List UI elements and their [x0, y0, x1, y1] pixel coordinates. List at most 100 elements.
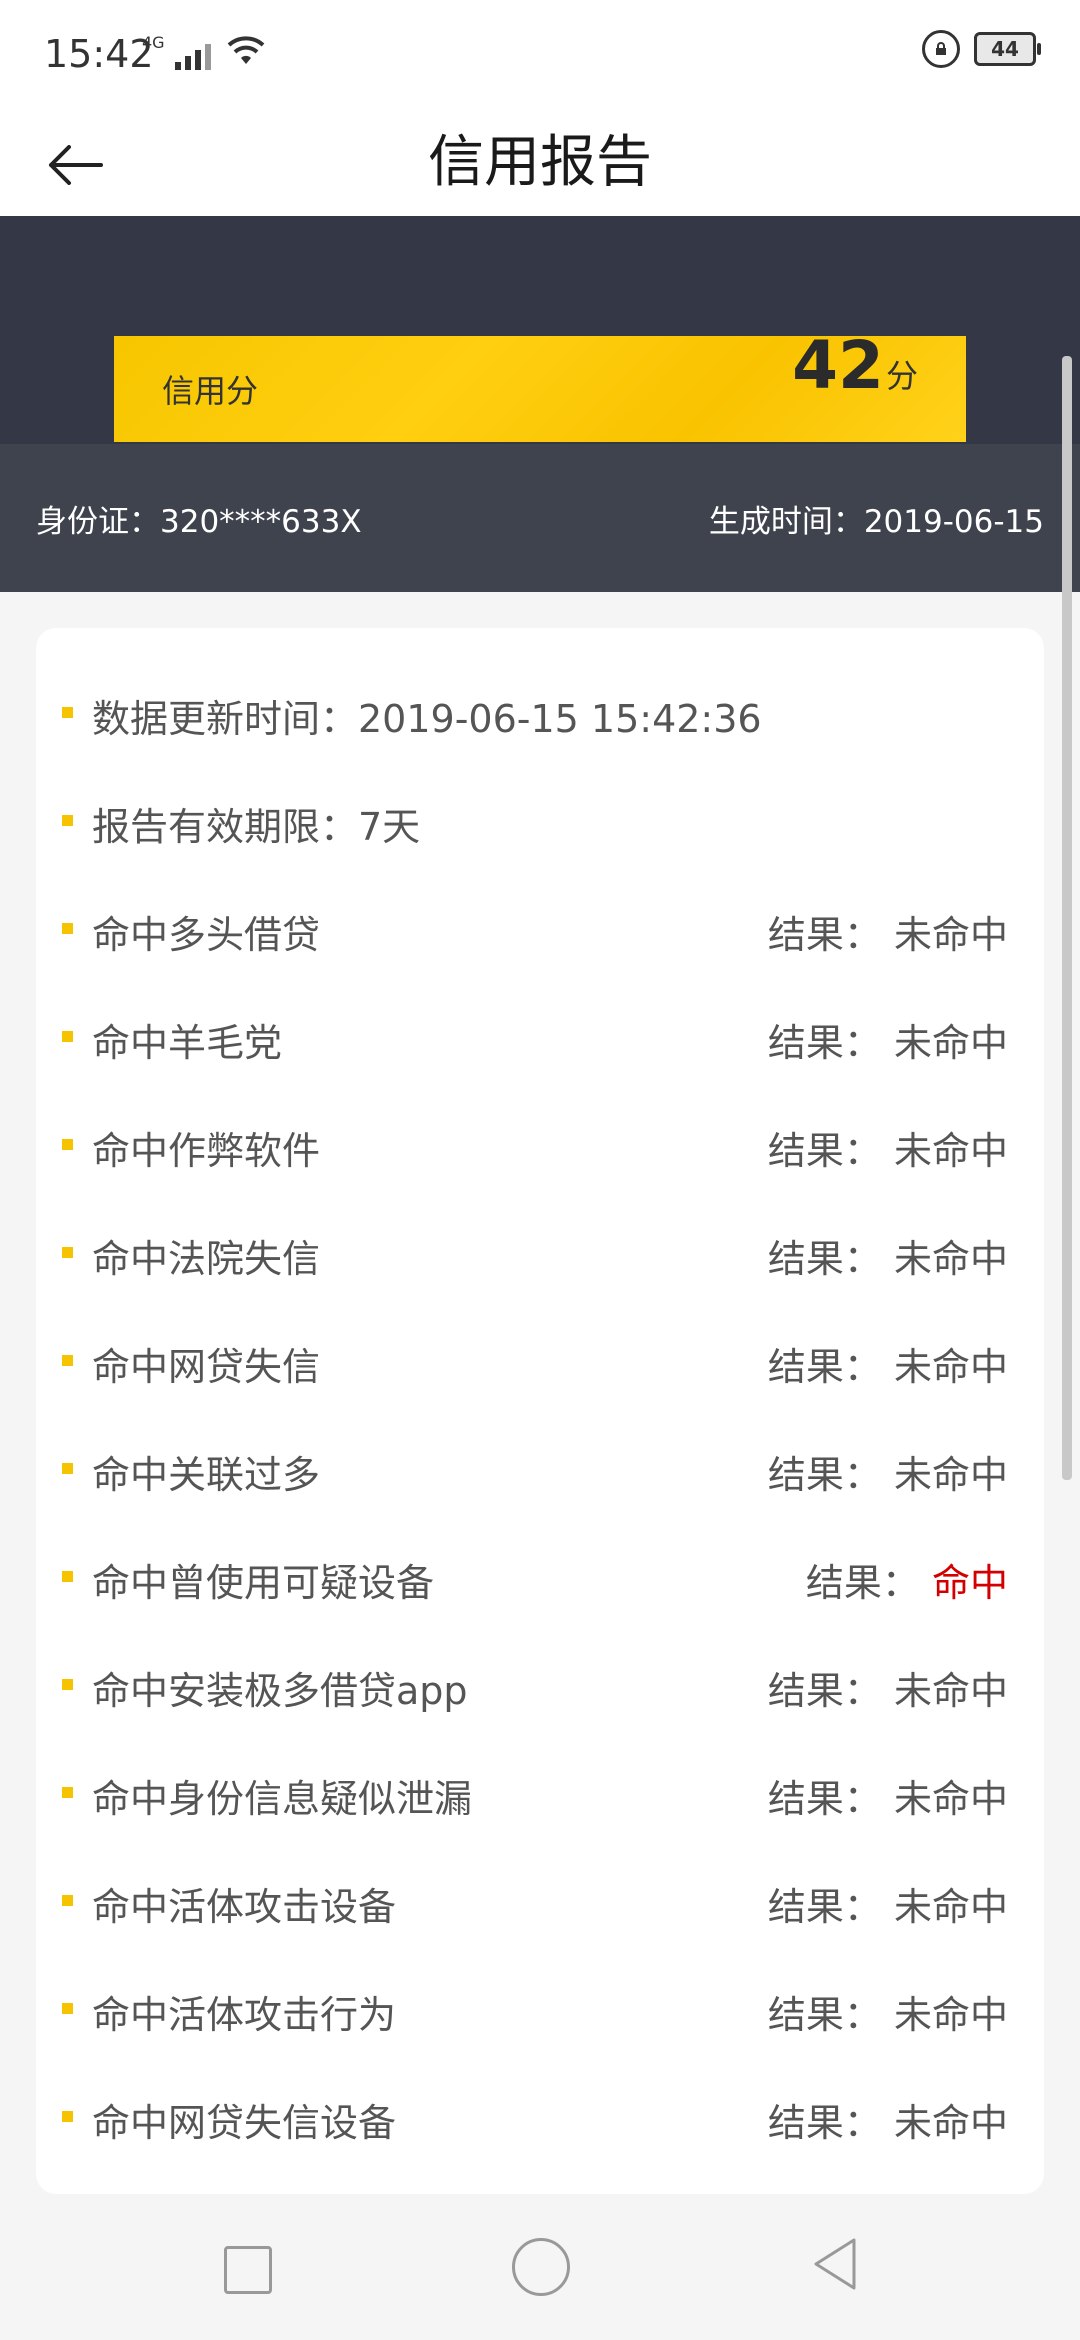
result-value: 未命中 [893, 1453, 1008, 1497]
bullet-icon [62, 1355, 73, 1366]
report-row: 命中作弊软件 结果： 未命中 [36, 1102, 1044, 1182]
report-row: 命中多头借贷 结果： 未命中 [36, 886, 1044, 966]
credit-score-value: 42 [792, 327, 884, 404]
report-row: 命中网贷失信设备 结果： 未命中 [36, 2074, 1044, 2154]
credit-score-unit: 分 [885, 357, 918, 395]
signal-icon [174, 42, 211, 70]
result-label: 结果： [805, 1561, 920, 1605]
report-row: 命中安装极多借贷app 结果： 未命中 [36, 1642, 1044, 1722]
bullet-icon [62, 707, 73, 718]
wifi-icon [227, 36, 265, 70]
report-row-label: 命中法院失信 [92, 1237, 321, 1281]
credit-score-label: 信用分 [162, 372, 259, 410]
report-row-result: 结果： 未命中 [768, 1768, 1008, 1823]
report-row-label: 命中关联过多 [92, 1453, 321, 1497]
result-value: 未命中 [893, 1345, 1008, 1389]
report-row-label: 命中羊毛党 [92, 1021, 283, 1065]
result-label: 结果： [767, 1669, 882, 1713]
report-row-result: 结果： 命中 [806, 1552, 1008, 1607]
battery-level: 44 [991, 37, 1019, 61]
result-value: 未命中 [893, 1885, 1008, 1929]
report-row: 命中网贷失信 结果： 未命中 [36, 1318, 1044, 1398]
app-header: 信用报告 [0, 110, 1080, 216]
generated-time: 生成时间：2019-06-15 [708, 504, 1044, 540]
report-row-label: 命中作弊软件 [92, 1129, 321, 1173]
report-row-result: 结果： 未命中 [768, 1660, 1008, 1715]
result-value: 未命中 [893, 1021, 1008, 1065]
result-value: 未命中 [893, 1237, 1008, 1281]
bullet-icon [62, 815, 73, 826]
report-row: 数据更新时间：2019-06-15 15:42:36 [36, 670, 1044, 750]
report-row-result: 结果： 未命中 [768, 1984, 1008, 2039]
result-label: 结果： [767, 1777, 882, 1821]
report-row: 命中身份信息疑似泄漏 结果： 未命中 [36, 1750, 1044, 1830]
report-row-result: 结果： 未命中 [768, 1120, 1008, 1175]
id-number: 身份证：320****633X [36, 504, 362, 540]
report-row-label: 命中网贷失信设备 [92, 2101, 397, 2145]
result-value: 未命中 [893, 1669, 1008, 1713]
bullet-icon [62, 923, 73, 934]
credit-score: 42 分 [792, 326, 918, 406]
bullet-icon [62, 1031, 73, 1042]
result-label: 结果： [767, 2101, 882, 2145]
report-row-result: 结果： 未命中 [768, 1012, 1008, 1067]
result-label: 结果： [767, 1129, 882, 1173]
system-back-button[interactable] [810, 2236, 860, 2292]
bullet-icon [62, 1247, 73, 1258]
result-value: 未命中 [893, 1129, 1008, 1173]
report-row-result: 结果： 未命中 [768, 1876, 1008, 1931]
result-label: 结果： [767, 1237, 882, 1281]
report-row-label: 命中网贷失信 [92, 1345, 321, 1389]
report-row: 命中羊毛党 结果： 未命中 [36, 994, 1044, 1074]
status-right-icons: 44 [922, 30, 1041, 68]
system-nav-bar [0, 2196, 1080, 2340]
report-row-result: 结果： 未命中 [768, 1228, 1008, 1283]
bullet-icon [62, 1895, 73, 1906]
back-arrow-icon [49, 145, 103, 185]
result-label: 结果： [767, 1021, 882, 1065]
recent-apps-button[interactable] [224, 2246, 272, 2294]
report-row: 命中曾使用可疑设备 结果： 命中 [36, 1534, 1044, 1614]
rotation-lock-icon [922, 30, 960, 68]
bullet-icon [62, 1679, 73, 1690]
report-row: 命中法院失信 结果： 未命中 [36, 1210, 1044, 1290]
report-row: 命中活体攻击设备 结果： 未命中 [36, 1858, 1044, 1938]
result-label: 结果： [767, 1885, 882, 1929]
result-value: 未命中 [893, 1993, 1008, 2037]
back-button[interactable] [40, 130, 110, 200]
network-type-label: 4G [142, 33, 165, 52]
result-label: 结果： [767, 913, 882, 957]
report-row-label: 报告有效期限：7天 [92, 805, 421, 849]
bullet-icon [62, 1571, 73, 1582]
identity-info-bar: 身份证：320****633X 生成时间：2019-06-15 [0, 444, 1080, 592]
report-row-label: 数据更新时间：2019-06-15 15:42:36 [92, 697, 762, 741]
bullet-icon [62, 1787, 73, 1798]
status-bar: 15:42 4G 44 [0, 0, 1080, 110]
bullet-icon [62, 1463, 73, 1474]
result-label: 结果： [767, 1993, 882, 2037]
credit-score-card: 信用分 42 分 [114, 327, 966, 442]
status-left-icons: 4G [142, 33, 265, 70]
result-value: 命中 [931, 1561, 1008, 1605]
home-button[interactable] [512, 2238, 570, 2296]
report-row-result: 结果： 未命中 [768, 1336, 1008, 1391]
bullet-icon [62, 2111, 73, 2122]
report-row-result: 结果： 未命中 [768, 2092, 1008, 2147]
bullet-icon [62, 2003, 73, 2014]
scrollbar[interactable] [1062, 356, 1072, 1480]
report-row-label: 命中活体攻击设备 [92, 1885, 397, 1929]
report-card: 数据更新时间：2019-06-15 15:42:36 报告有效期限：7天 命中多… [36, 628, 1044, 2194]
bullet-icon [62, 1139, 73, 1150]
report-row-label: 命中多头借贷 [92, 913, 321, 957]
result-label: 结果： [767, 1453, 882, 1497]
report-row: 命中活体攻击行为 结果： 未命中 [36, 1966, 1044, 2046]
triangle-back-icon [814, 2238, 856, 2290]
status-time: 15:42 [44, 32, 154, 76]
report-row-label: 命中活体攻击行为 [92, 1993, 397, 2037]
report-row-result: 结果： 未命中 [768, 1444, 1008, 1499]
report-row: 命中关联过多 结果： 未命中 [36, 1426, 1044, 1506]
report-row: 报告有效期限：7天 [36, 778, 1044, 858]
report-row-label: 命中安装极多借贷app [92, 1669, 468, 1713]
result-value: 未命中 [893, 2101, 1008, 2145]
report-row-label: 命中身份信息疑似泄漏 [92, 1777, 473, 1821]
